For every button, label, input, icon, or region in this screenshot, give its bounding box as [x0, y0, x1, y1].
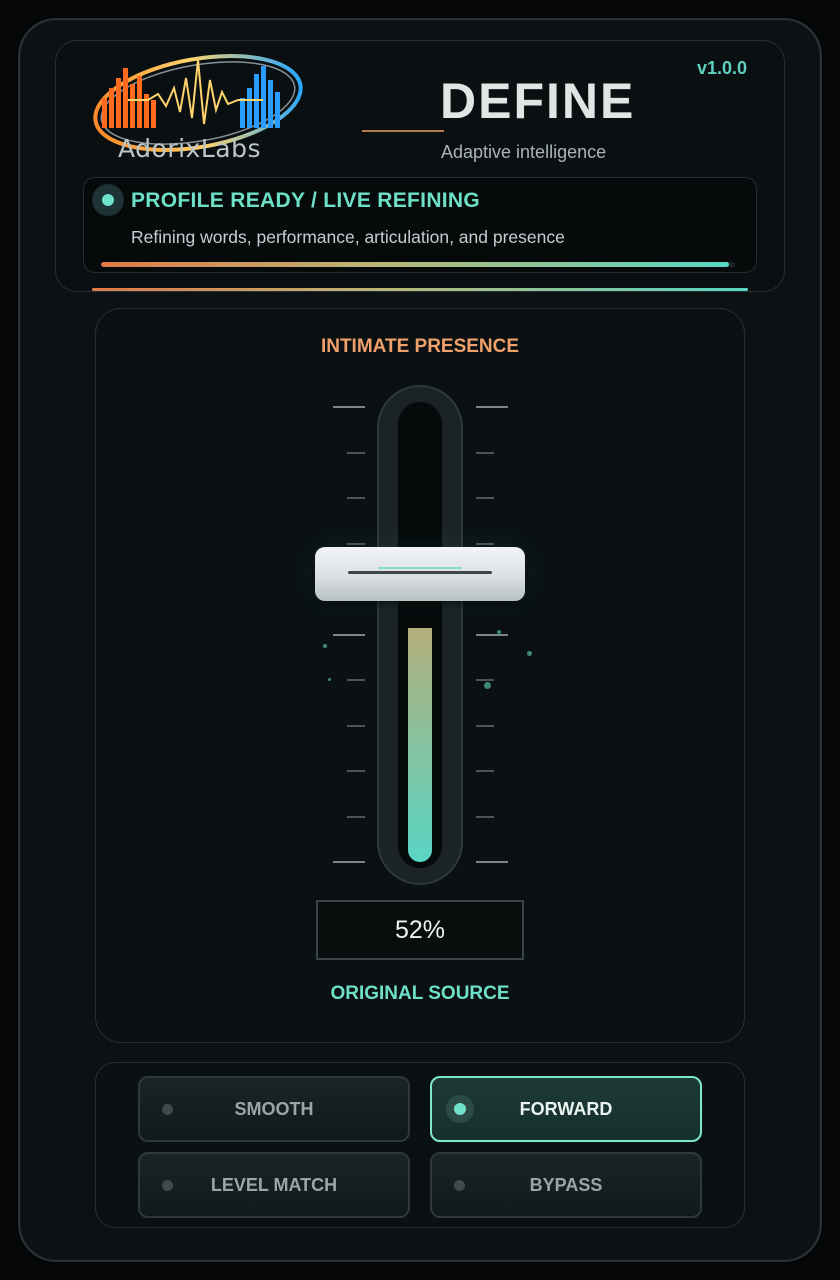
mode-button-level-match[interactable]: LEVEL MATCH [138, 1152, 410, 1218]
scale-tick [347, 724, 365, 727]
mode-label: BYPASS [529, 1174, 603, 1195]
mode-button-forward[interactable]: FORWARD [430, 1076, 702, 1142]
scale-tick [476, 633, 508, 636]
scale-tick [333, 861, 365, 863]
particle-icon [328, 678, 331, 681]
status-progress-fill [101, 262, 729, 267]
scale-tick [347, 770, 365, 772]
scale-tick [476, 724, 494, 727]
particle-icon [527, 651, 532, 656]
plugin-title: DEFINE [440, 73, 636, 129]
scale-tick [476, 679, 494, 681]
mode-button-bypass[interactable]: BYPASS [430, 1152, 702, 1218]
plugin-subtitle: Adaptive intelligence [441, 142, 607, 162]
scale-tick [476, 497, 494, 499]
title-divider [362, 130, 444, 132]
scale-tick [347, 497, 365, 499]
mode-label: SMOOTH [234, 1098, 314, 1119]
mode-indicator-icon [454, 1180, 465, 1191]
scale-tick [476, 406, 508, 408]
version-label: v1.0.0 [697, 58, 748, 78]
scale-tick [347, 542, 365, 545]
fader-bottom-label: ORIGINAL SOURCE [330, 983, 510, 1004]
particle-icon [497, 630, 501, 634]
mode-label: FORWARD [519, 1098, 613, 1119]
particle-icon [323, 644, 327, 648]
scale-tick [476, 861, 508, 863]
scale-tick [333, 406, 365, 408]
mode-indicator-icon [162, 1104, 173, 1115]
scale-tick [347, 451, 365, 454]
status-progress-bar [101, 262, 735, 267]
handle-grip-line [348, 571, 492, 574]
mode-indicator-icon [446, 1095, 474, 1123]
scale-tick [476, 542, 494, 545]
scale-tick [476, 815, 494, 818]
fader-top-label: INTIMATE PRESENCE [320, 336, 520, 357]
status-description: Refining words, performance, articulatio… [131, 227, 565, 247]
scale-tick [333, 633, 365, 636]
header-divider [92, 288, 748, 291]
mode-button-smooth[interactable]: SMOOTH [138, 1076, 410, 1142]
particle-icon [484, 682, 491, 689]
status-indicator-icon [92, 184, 124, 216]
mode-indicator-icon [162, 1180, 173, 1191]
brand-name: AdorixLabs [118, 134, 261, 163]
status-title: PROFILE READY / LIVE REFINING [131, 189, 481, 212]
fader-handle[interactable] [315, 547, 525, 601]
handle-highlight [378, 567, 462, 569]
fader-value-readout[interactable]: 52% [316, 900, 524, 960]
scale-tick [347, 815, 365, 818]
fader-level-fill [408, 628, 432, 862]
scale-tick [476, 451, 494, 454]
scale-tick [347, 679, 365, 681]
scale-tick [476, 770, 494, 772]
mode-label: LEVEL MATCH [210, 1174, 338, 1195]
